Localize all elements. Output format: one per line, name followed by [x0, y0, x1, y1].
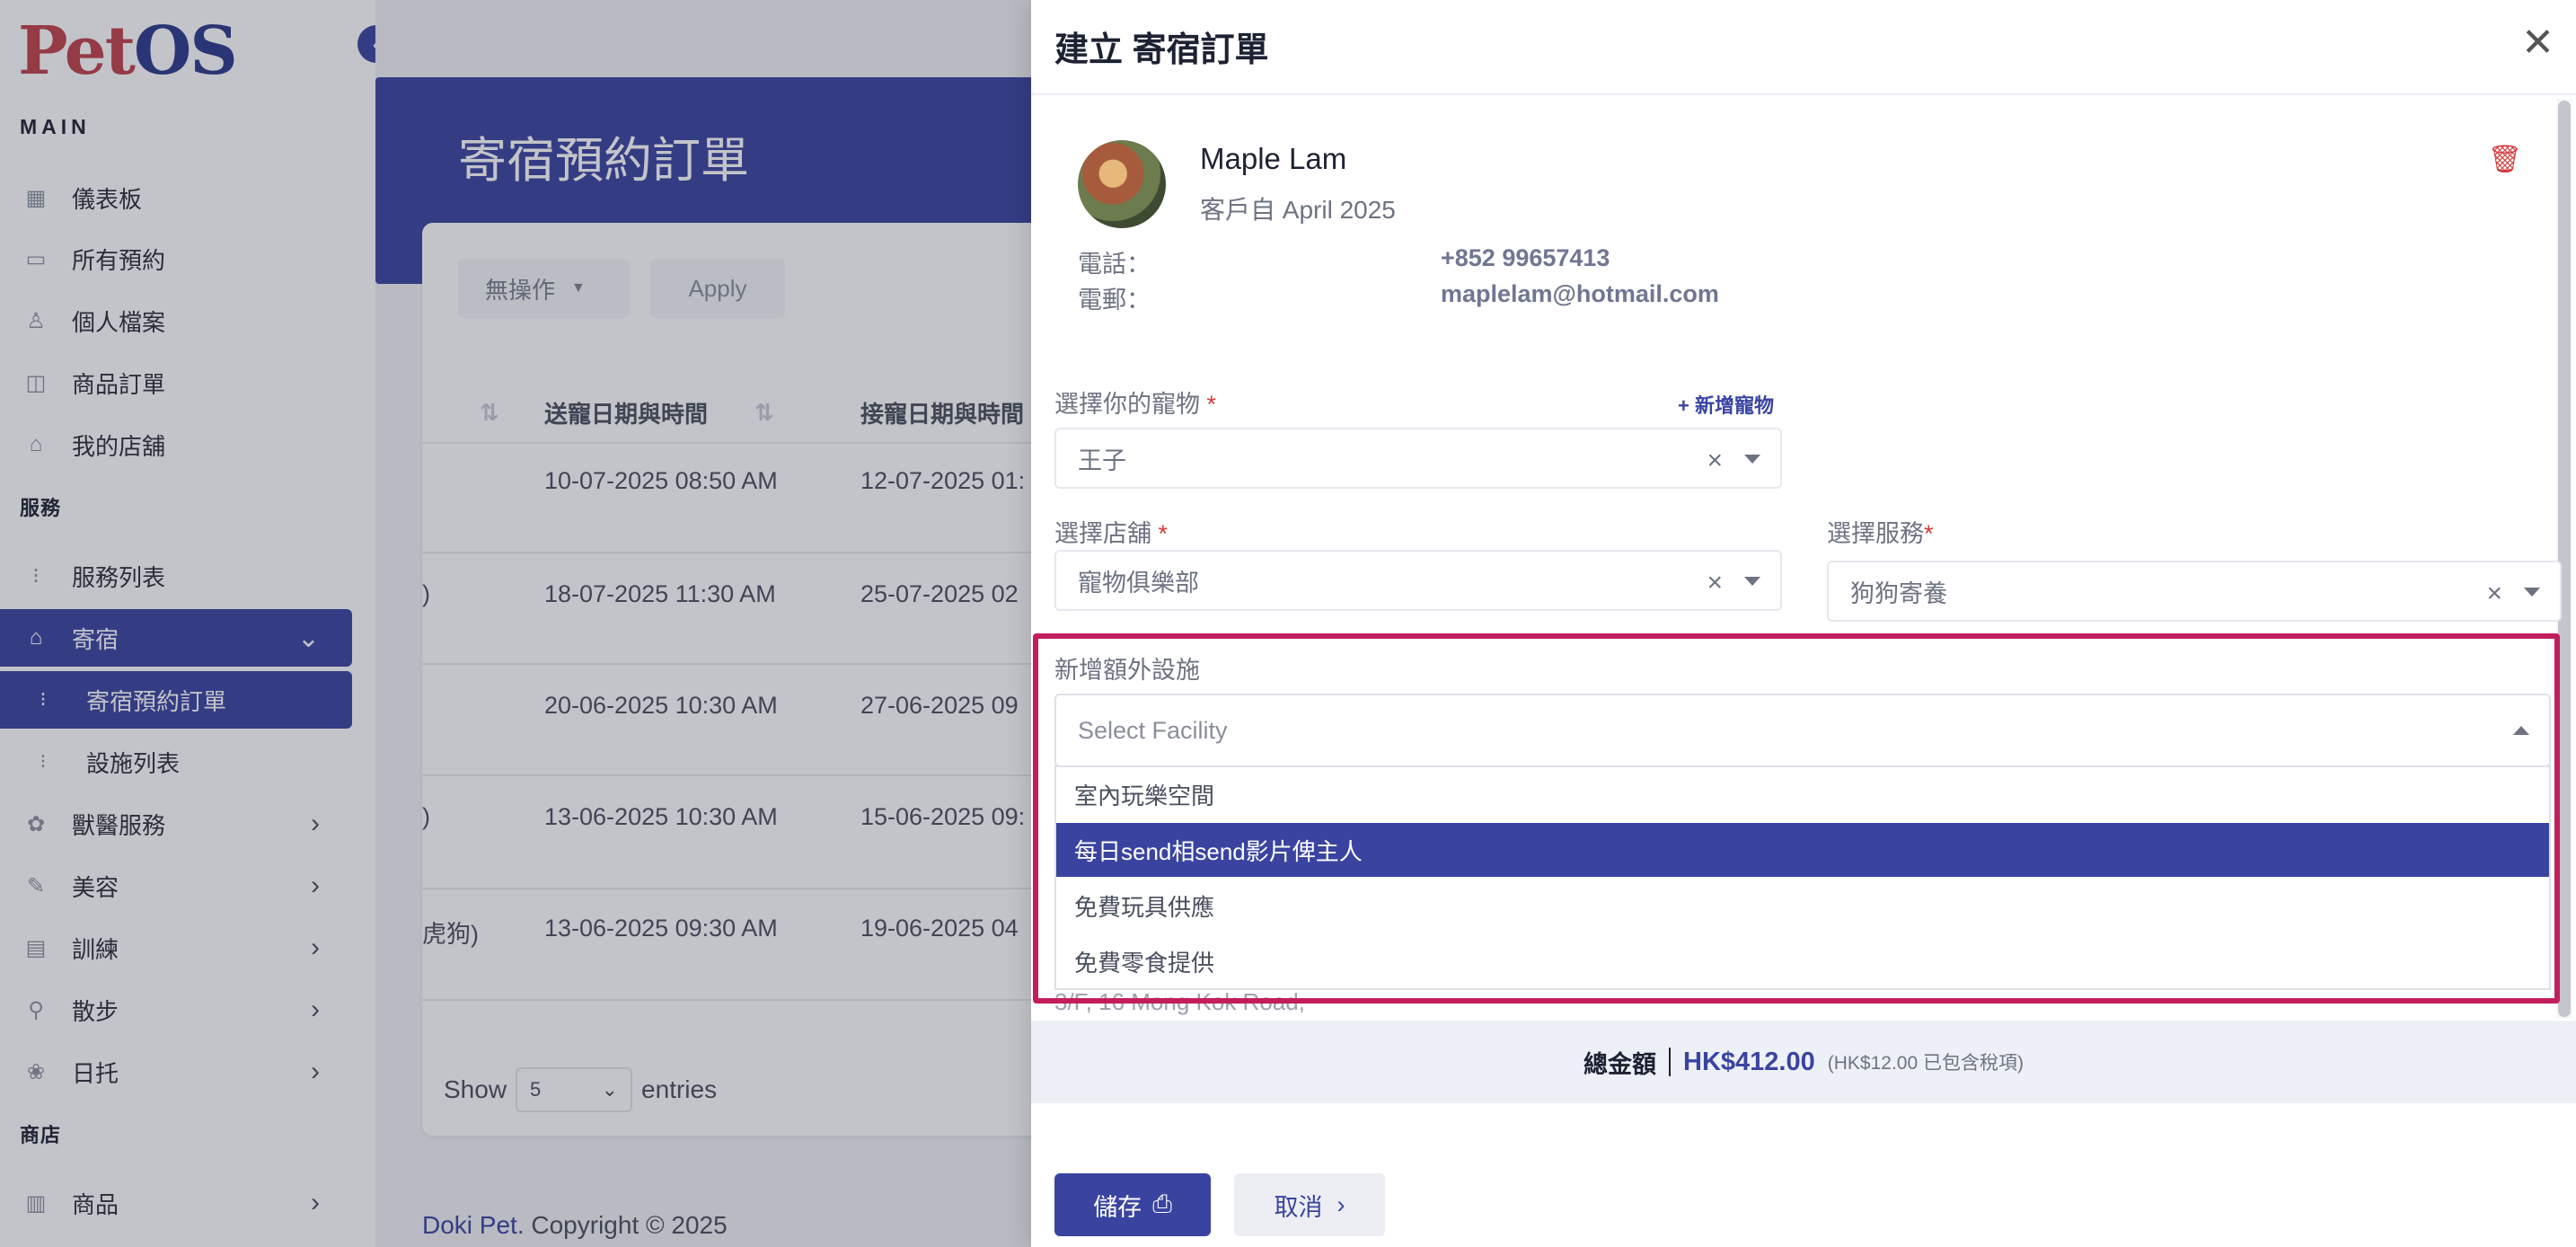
- store-label-text: 選擇店舖: [1054, 520, 1151, 547]
- close-icon[interactable]: ✕: [2521, 23, 2554, 63]
- caret-down-icon[interactable]: [1744, 455, 1760, 464]
- pet-select-value: 王子: [1078, 447, 1126, 474]
- customer-name: Maple Lam: [1200, 142, 1347, 175]
- clear-icon[interactable]: ×: [1707, 568, 1723, 598]
- required-marker: *: [1206, 391, 1217, 418]
- highlight-frame: [1033, 633, 2560, 1004]
- chevron-right-icon: ›: [1337, 1190, 1345, 1218]
- trash-icon[interactable]: 🗑: [2488, 144, 2522, 175]
- modal-title: 建立 寄宿訂單: [1054, 31, 1269, 69]
- customer-since: 客戶自 April 2025: [1200, 196, 1396, 224]
- cancel-button[interactable]: 取消 ›: [1234, 1173, 1385, 1236]
- email-value: maplelam@hotmail.com: [1441, 280, 1719, 307]
- service-label-text: 選擇服務: [1827, 520, 1924, 547]
- service-select[interactable]: 狗狗寄養 ×: [1827, 561, 2562, 622]
- required-marker: *: [1158, 520, 1169, 547]
- phone-value: +852 99657413: [1441, 244, 1610, 271]
- save-icon: ⎙: [1152, 1190, 1172, 1217]
- total-bar: 總金額 HK$412.00 (HK$12.00 已包含稅項): [1031, 1021, 2576, 1103]
- caret-down-icon[interactable]: [2524, 588, 2540, 597]
- pet-field-label: 選擇你的寵物 *: [1054, 385, 1216, 420]
- create-boarding-order-drawer: 建立 寄宿訂單 ✕ Maple Lam 客戶自 April 2025 🗑 電話：…: [1031, 0, 2576, 1247]
- pet-select[interactable]: 王子 ×: [1054, 428, 1782, 489]
- divider: [1669, 1048, 1672, 1076]
- service-select-value: 狗狗寄養: [1850, 579, 1947, 607]
- caret-down-icon[interactable]: [1744, 577, 1760, 586]
- scrollbar-thumb[interactable]: [2558, 101, 2571, 1017]
- tax-note: (HK$12.00 已包含稅項): [1827, 1053, 2024, 1074]
- clear-icon[interactable]: ×: [1707, 446, 1723, 476]
- required-marker: *: [1924, 520, 1934, 547]
- save-label: 儲存: [1093, 1193, 1142, 1221]
- service-field-label: 選擇服務*: [1827, 514, 1934, 549]
- store-select-value: 寵物俱樂部: [1078, 569, 1199, 597]
- cancel-label: 取消: [1274, 1193, 1323, 1221]
- pet-label-text: 選擇你的寵物: [1054, 391, 1200, 418]
- total-amount: HK$412.00: [1683, 1047, 1815, 1076]
- save-button[interactable]: 儲存 ⎙: [1054, 1173, 1211, 1236]
- add-pet-link[interactable]: + 新增寵物: [1678, 390, 1774, 419]
- email-label: 電郵：: [1078, 287, 1151, 314]
- total-label: 總金額: [1584, 1050, 1657, 1078]
- store-select[interactable]: 寵物俱樂部 ×: [1054, 550, 1782, 611]
- clear-icon[interactable]: ×: [2486, 579, 2502, 609]
- phone-label: 電話：: [1078, 251, 1151, 278]
- store-field-label: 選擇店舖 *: [1054, 514, 1168, 549]
- avatar: [1078, 140, 1166, 228]
- divider: [1031, 93, 2576, 95]
